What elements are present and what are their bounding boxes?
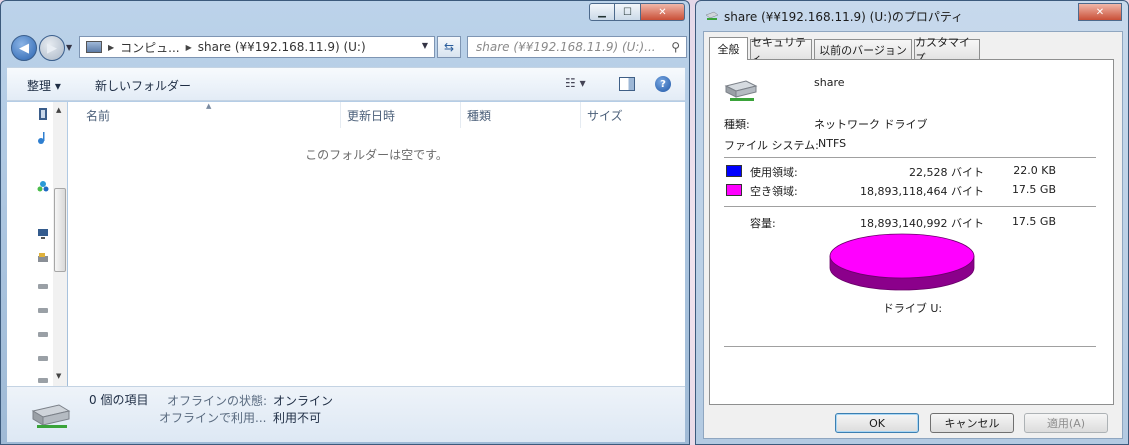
capacity-size: 17.5 GB [1011,215,1056,228]
command-bar: 整理 ▾ 新しいフォルダー ☷ ▾ ? [7,67,685,101]
tab-customize[interactable]: カスタマイズ [914,36,980,65]
used-space-label: 使用領域: [750,166,798,179]
search-placeholder: share (¥¥192.168.11.9) (U:)... [476,40,656,54]
music-library-icon[interactable] [37,132,49,144]
pie-free-slice [829,233,975,279]
tab-previous-versions[interactable]: 以前のバージョン [814,39,912,59]
column-header-name[interactable]: 名前 [68,102,341,128]
filesystem-label: ファイル システム: [724,139,819,152]
maximize-button[interactable]: ☐ [615,3,641,21]
dialog-title: share (¥¥192.168.11.9) (U:)のプロパティ [724,10,964,24]
preview-pane-icon[interactable] [619,77,635,91]
network-drive-icon [31,404,71,428]
breadcrumb-chevron-icon[interactable]: ▶ [108,43,114,52]
address-dropdown-icon[interactable]: ▼ [422,41,428,50]
offline-state-label: オフラインの状態: [167,394,268,408]
refresh-icon: ⇆ [443,40,455,54]
properties-dialog: share (¥¥192.168.11.9) (U:)のプロパティ ✕ 全般 セ… [695,0,1129,445]
column-header-size[interactable]: サイズ [581,102,685,128]
breadcrumb-share[interactable]: share (¥¥192.168.11.9) (U:) [198,40,366,54]
change-view-button[interactable]: ☷ ▾ [565,76,586,90]
search-icon[interactable]: ⚲ [671,40,680,54]
ok-button[interactable]: OK [835,413,919,433]
used-space-swatch [726,165,742,177]
window-controls: ▁ ☐ ✕ [589,3,685,21]
file-list[interactable]: ▲ 名前 更新日時 種類 サイズ このフォルダーは空です。 [68,102,685,386]
column-header-date-modified[interactable]: 更新日時 [341,102,461,128]
divider [724,206,1096,207]
breadcrumb-chevron-icon[interactable]: ▶ [186,43,192,52]
item-count: 0 個の項目 [89,393,149,407]
homegroup-icon[interactable] [37,180,49,192]
drive-icon[interactable] [37,304,49,316]
navigation-scrollbar[interactable]: ▲ ▼ [53,102,67,386]
back-button[interactable]: ◀ [11,35,37,61]
drive-icon[interactable] [37,374,49,386]
back-arrow-icon: ◀ [19,40,29,56]
tab-general[interactable]: 全般 [709,37,748,60]
network-drive-icon [724,80,758,101]
video-library-icon[interactable] [37,108,49,120]
organize-button[interactable]: 整理 ▾ [27,77,61,94]
computer-icon[interactable] [37,228,49,240]
recent-pages-dropdown[interactable]: ▼ [66,43,72,52]
local-disk-icon[interactable] [37,252,49,264]
address-bar[interactable]: ▶ コンピュ... ▶ share (¥¥192.168.11.9) (U:) … [79,36,435,58]
apply-button[interactable]: 適用(A) [1024,413,1108,433]
free-space-bytes: 18,893,118,464 バイト [860,185,984,198]
forward-button[interactable]: ▶ [39,35,65,61]
scroll-up-icon[interactable]: ▲ [56,106,61,114]
drive-icon[interactable] [37,352,49,364]
computer-icon [86,41,102,53]
free-space-label: 空き領域: [750,185,798,198]
offline-state-value: オンライン [273,394,334,408]
new-folder-button[interactable]: 新しいフォルダー [95,77,191,94]
drive-icon[interactable] [37,280,49,292]
empty-folder-message: このフォルダーは空です。 [305,148,448,162]
type-label: 種類: [724,118,750,131]
drive-name: share [814,76,845,89]
navigation-pane: ▲ ▼ [7,102,67,386]
explorer-window: ▁ ☐ ✕ ◀ ▶ ▼ ▶ コンピュ... ▶ share (¥¥192.168… [0,0,690,445]
network-drive-icon [705,11,719,20]
minimize-button[interactable]: ▁ [589,3,615,21]
filesystem-value: NTFS [818,137,847,150]
cancel-button[interactable]: キャンセル [930,413,1014,433]
scroll-down-icon[interactable]: ▼ [56,372,61,380]
offline-availability-label: オフラインで利用... [159,411,267,425]
help-icon[interactable]: ? [655,76,671,92]
breadcrumb-computer[interactable]: コンピュ... [120,39,179,56]
free-space-swatch [726,184,742,196]
scrollbar-thumb[interactable] [54,188,66,272]
capacity-label: 容量: [750,217,776,230]
free-space-size: 17.5 GB [1011,183,1056,196]
used-space-bytes: 22,528 バイト [909,166,984,179]
search-input[interactable]: share (¥¥192.168.11.9) (U:)... ⚲ [467,36,687,58]
divider [724,157,1096,158]
details-pane: 0 個の項目 オフラインの状態: オンライン オフラインで利用... 利用不可 [7,386,685,442]
close-button[interactable]: ✕ [1078,3,1122,21]
dialog-body: 全般 セキュリティ 以前のバージョン カスタマイズ share 種類: ネットワ… [703,31,1123,439]
used-space-size: 22.0 KB [1013,164,1056,177]
drive-letter-label: ドライブ U: [882,302,943,315]
general-tab-panel: share 種類: ネットワーク ドライブ ファイル システム: NTFS 使用… [709,59,1114,405]
offline-availability-value: 利用不可 [273,411,322,425]
refresh-button[interactable]: ⇆ [437,36,461,58]
close-button[interactable]: ✕ [641,3,685,21]
disk-usage-pie [829,233,975,291]
type-value: ネットワーク ドライブ [814,118,928,131]
drive-icon[interactable] [37,328,49,340]
divider [724,346,1096,347]
tab-security[interactable]: セキュリティ [750,36,812,65]
forward-arrow-icon: ▶ [47,40,57,56]
column-header-type[interactable]: 種類 [461,102,581,128]
